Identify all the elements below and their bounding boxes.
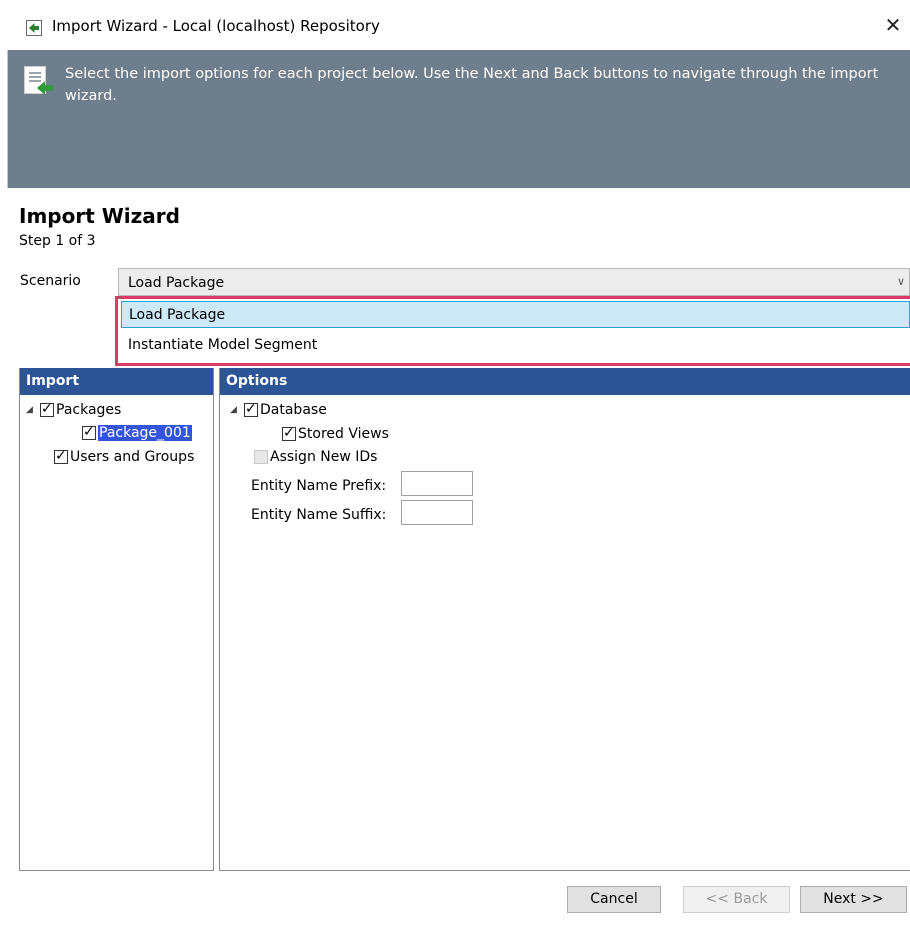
chevron-down-icon: ∨ bbox=[896, 275, 905, 288]
tree-item-label: Package_001 bbox=[98, 425, 192, 441]
page-title: Import Wizard bbox=[19, 204, 180, 228]
banner-edge bbox=[0, 50, 8, 188]
database-checkbox[interactable] bbox=[244, 400, 258, 418]
scenario-value: Load Package bbox=[128, 275, 225, 291]
step-indicator: Step 1 of 3 bbox=[19, 233, 96, 249]
scenario-select[interactable]: Load Package ∨ bbox=[118, 268, 910, 296]
banner-text: Select the import options for each proje… bbox=[65, 66, 879, 104]
packages-checkbox[interactable] bbox=[40, 400, 54, 418]
option-load-package[interactable]: Load Package bbox=[121, 301, 910, 328]
option-instantiate-model-segment[interactable]: Instantiate Model Segment bbox=[121, 332, 910, 359]
instruction-banner: Select the import options for each proje… bbox=[8, 50, 910, 188]
app-icon bbox=[26, 20, 42, 36]
close-button[interactable]: ✕ bbox=[882, 12, 904, 38]
title-bar: Import Wizard - Local (localhost) Reposi… bbox=[0, 0, 910, 50]
scenario-label: Scenario bbox=[20, 273, 81, 289]
tree-item-label: Packages bbox=[56, 402, 122, 418]
entity-suffix-label: Entity Name Suffix: bbox=[251, 507, 387, 523]
stored-views-checkbox[interactable] bbox=[282, 424, 296, 442]
package-001-checkbox[interactable] bbox=[82, 423, 96, 441]
back-button[interactable]: << Back bbox=[683, 886, 790, 913]
option-label: Stored Views bbox=[298, 426, 389, 442]
entity-prefix-input[interactable] bbox=[401, 471, 473, 496]
expand-triangle-icon[interactable]: ◢ bbox=[230, 405, 244, 415]
import-panel-header: Import bbox=[20, 368, 213, 395]
import-panel: Import ◢ Packages Package_001 Users and … bbox=[19, 368, 214, 871]
expand-triangle-icon[interactable]: ◢ bbox=[26, 405, 40, 415]
tree-item-packages[interactable]: ◢ Packages bbox=[26, 400, 122, 418]
entity-prefix-label: Entity Name Prefix: bbox=[251, 478, 387, 494]
option-label: Assign New IDs bbox=[270, 449, 378, 465]
option-item-assign-new-ids: Assign New IDs bbox=[254, 449, 377, 465]
cancel-button[interactable]: Cancel bbox=[567, 886, 661, 913]
tree-item-package-001[interactable]: Package_001 bbox=[82, 423, 192, 441]
entity-suffix-input[interactable] bbox=[401, 500, 473, 525]
tree-item-users-and-groups[interactable]: Users and Groups bbox=[54, 447, 195, 465]
scenario-dropdown: Load Package Instantiate Model Segment bbox=[115, 296, 910, 366]
option-item-stored-views[interactable]: Stored Views bbox=[282, 424, 389, 442]
next-button[interactable]: Next >> bbox=[800, 886, 907, 913]
options-panel-header: Options bbox=[220, 368, 910, 395]
options-panel: Options ◢ Database Stored Views Assign N… bbox=[219, 368, 910, 871]
option-item-database[interactable]: ◢ Database bbox=[230, 400, 327, 418]
option-label: Database bbox=[260, 402, 327, 418]
tree-item-label: Users and Groups bbox=[70, 449, 195, 465]
users-groups-checkbox[interactable] bbox=[54, 447, 68, 465]
window-title: Import Wizard - Local (localhost) Reposi… bbox=[52, 17, 380, 35]
assign-new-ids-checkbox bbox=[254, 450, 268, 464]
